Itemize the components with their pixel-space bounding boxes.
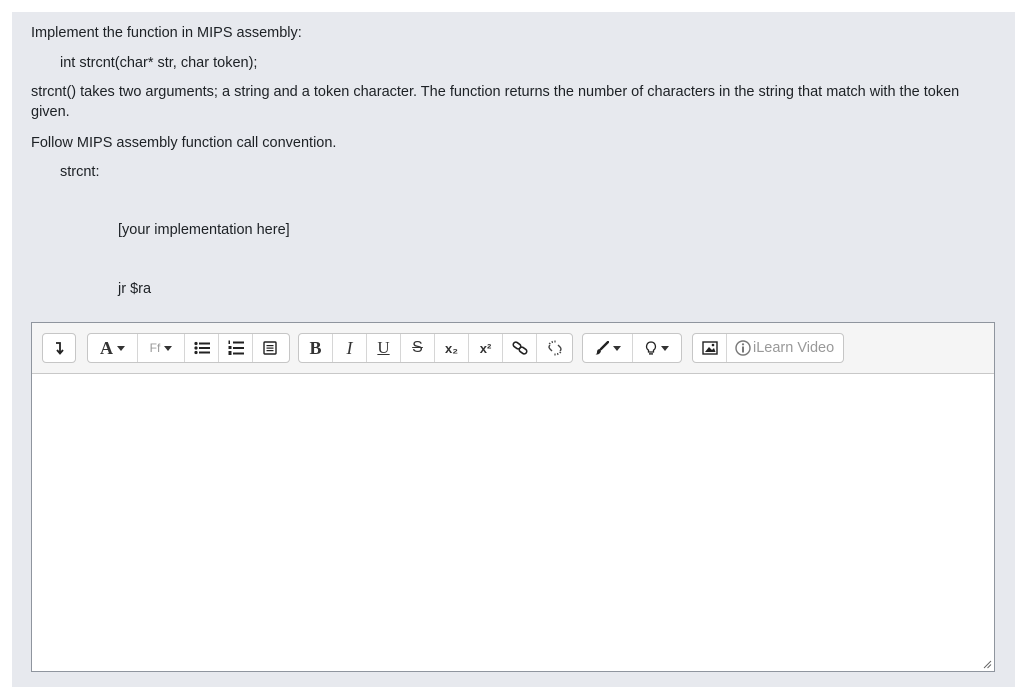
ordered-list-button[interactable] xyxy=(219,334,253,362)
question-description: strcnt() takes two arguments; a string a… xyxy=(31,84,960,120)
ilearn-video-button[interactable]: iLearn Video xyxy=(727,334,843,362)
toolbar-group-collapse xyxy=(42,333,76,363)
font-color-button[interactable]: A xyxy=(88,334,138,362)
answer-text-area[interactable] xyxy=(32,374,994,671)
collapse-arrow-icon xyxy=(56,342,64,355)
implementation-placeholder: [your implementation here] xyxy=(118,222,290,238)
bold-label: B xyxy=(309,337,322,358)
return-instruction: jr $ra xyxy=(118,281,152,297)
chevron-down-icon xyxy=(117,345,125,351)
info-icon xyxy=(735,340,751,356)
function-label: strcnt: xyxy=(60,164,100,180)
strikethrough-label: S xyxy=(412,339,423,356)
lightbulb-icon xyxy=(645,340,657,355)
paragraph-styles-button[interactable] xyxy=(253,334,287,362)
document-icon xyxy=(263,341,277,355)
bullet-list-icon xyxy=(193,341,210,355)
font-family-label: Ff xyxy=(149,341,161,355)
underline-button[interactable]: U xyxy=(367,334,401,362)
chevron-down-icon xyxy=(164,345,173,351)
superscript-button[interactable]: x² xyxy=(469,334,503,362)
insert-image-button[interactable] xyxy=(693,334,727,362)
numbered-list-icon xyxy=(228,340,244,355)
strikethrough-button[interactable]: S xyxy=(401,334,435,362)
link-icon xyxy=(511,341,528,355)
function-signature: int strcnt(char* str, char token); xyxy=(60,55,258,71)
chevron-down-icon xyxy=(612,345,621,351)
unordered-list-button[interactable] xyxy=(185,334,219,362)
toolbar-group-formatting: B I U S x₂ x² xyxy=(298,333,573,363)
question-intro: Implement the function in MIPS assembly: xyxy=(31,25,302,41)
brush-button[interactable] xyxy=(583,334,633,362)
italic-button[interactable]: I xyxy=(333,334,367,362)
hint-button[interactable] xyxy=(633,334,681,362)
ilearn-video-label: iLearn Video xyxy=(753,340,835,356)
paintbrush-icon xyxy=(595,341,609,355)
underline-label: U xyxy=(377,338,390,357)
subscript-button[interactable]: x₂ xyxy=(435,334,469,362)
image-icon xyxy=(701,341,718,355)
toolbar-group-media: iLearn Video xyxy=(692,333,844,363)
answer-editor: A Ff B I U S x₂ x² iLearn Video xyxy=(31,322,995,672)
link-button[interactable] xyxy=(503,334,537,362)
toolbar-group-style: A Ff xyxy=(87,333,290,363)
chevron-down-icon xyxy=(661,345,669,351)
toolbar-group-extras xyxy=(582,333,682,363)
resize-handle-icon[interactable] xyxy=(982,659,992,669)
collapse-toolbar-button[interactable] xyxy=(43,334,75,362)
font-color-label: A xyxy=(100,337,113,358)
bold-button[interactable]: B xyxy=(299,334,333,362)
subscript-label: x₂ xyxy=(444,340,458,356)
font-family-button[interactable]: Ff xyxy=(138,334,185,362)
superscript-label: x² xyxy=(479,340,492,356)
convention-note: Follow MIPS assembly function call conve… xyxy=(31,135,337,151)
italic-label: I xyxy=(346,337,353,358)
unlink-icon xyxy=(547,340,562,356)
editor-toolbar: A Ff B I U S x₂ x² iLearn Video xyxy=(32,323,994,374)
question-panel: Implement the function in MIPS assembly:… xyxy=(12,12,1015,687)
unlink-button[interactable] xyxy=(537,334,572,362)
